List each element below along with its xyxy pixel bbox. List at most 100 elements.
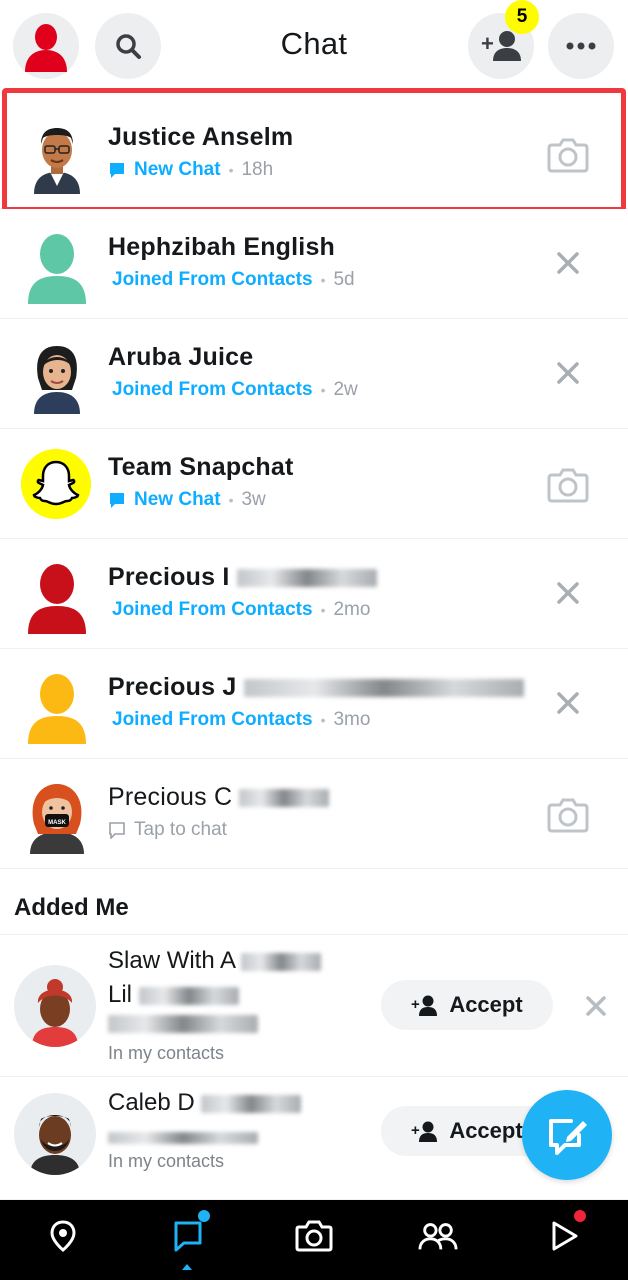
chat-subtitle: Joined From Contacts • 3mo xyxy=(108,709,370,731)
close-icon xyxy=(557,582,579,604)
chat-name: Precious J xyxy=(108,673,524,702)
nav-camera[interactable] xyxy=(294,1216,334,1256)
bitmoji-avatar xyxy=(20,114,94,194)
chat-name: Aruba Juice xyxy=(108,343,254,371)
ellipsis-icon xyxy=(566,42,596,50)
chat-status: Joined From Contacts xyxy=(112,269,313,290)
request-meta: In my contacts xyxy=(108,1151,225,1171)
redacted-username xyxy=(108,1013,258,1034)
new-chat-icon xyxy=(108,491,126,509)
friends-icon xyxy=(418,1223,458,1250)
chat-name: Hephzibah English xyxy=(108,233,336,261)
svg-text:+: + xyxy=(481,31,494,56)
camera-icon xyxy=(547,798,589,833)
svg-text:+: + xyxy=(411,996,420,1013)
chat-row[interactable]: Justice Anselm New Chat • 18h xyxy=(0,99,628,209)
camera-reply-button[interactable] xyxy=(546,463,590,507)
chat-row[interactable]: Precious J Joined From Contacts • 3mo xyxy=(0,649,628,759)
camera-reply-button[interactable] xyxy=(546,133,590,177)
bitmoji-avatar: MASK xyxy=(20,774,94,854)
bottom-navigation xyxy=(0,1200,628,1280)
chat-row[interactable]: Team Snapchat New Chat • 3w xyxy=(0,429,628,539)
close-icon xyxy=(557,692,579,714)
camera-icon xyxy=(295,1220,333,1252)
default-avatar xyxy=(20,224,94,304)
stories-notification-dot xyxy=(574,1210,586,1222)
dismiss-button[interactable] xyxy=(554,689,582,717)
chat-subtitle: New Chat • 18h xyxy=(108,159,273,181)
chat-status: Joined From Contacts xyxy=(112,599,313,620)
separator-dot: • xyxy=(228,162,234,178)
chat-icon xyxy=(174,1221,202,1252)
close-icon xyxy=(557,252,579,274)
chat-status: Tap to chat xyxy=(134,819,227,840)
redacted-text xyxy=(138,986,239,1005)
chat-time: 3w xyxy=(241,489,266,510)
redacted-text xyxy=(108,1015,258,1034)
new-chat-fab[interactable] xyxy=(522,1090,612,1180)
chat-name: Precious I xyxy=(108,563,377,592)
nav-stories[interactable] xyxy=(544,1216,584,1256)
request-name: Slaw With A xyxy=(108,947,322,975)
friend-request-row[interactable]: Slaw With A Lil In my contacts + Accept xyxy=(0,935,628,1077)
chat-row[interactable]: Precious I Joined From Contacts • 2mo xyxy=(0,539,628,649)
chat-time: 5d xyxy=(333,269,355,290)
chat-subtitle: Tap to chat xyxy=(108,819,227,841)
svg-text:MASK: MASK xyxy=(48,820,66,826)
redacted-username xyxy=(108,1127,258,1148)
nav-chat[interactable] xyxy=(168,1216,208,1256)
nav-map[interactable] xyxy=(43,1216,83,1256)
team-snapchat-avatar xyxy=(20,444,94,524)
dismiss-button[interactable] xyxy=(554,249,582,277)
chat-time: 18h xyxy=(241,159,274,180)
close-icon xyxy=(586,996,606,1016)
separator-dot: • xyxy=(228,492,234,508)
chat-row[interactable]: MASK Precious C Tap to chat xyxy=(0,759,628,869)
camera-icon xyxy=(547,468,589,503)
chat-row[interactable]: Hephzibah English Joined From Contacts •… xyxy=(0,209,628,319)
chat-subtitle: Joined From Contacts • 5d xyxy=(108,269,355,291)
camera-icon xyxy=(547,138,589,173)
chat-notification-dot xyxy=(198,1210,210,1222)
redacted-text xyxy=(239,789,330,808)
nav-friends[interactable] xyxy=(418,1216,458,1256)
bitmoji-avatar xyxy=(20,334,94,414)
accept-label: Accept xyxy=(449,1118,523,1143)
default-avatar xyxy=(20,664,94,744)
separator-dot: • xyxy=(320,382,326,398)
chat-status: New Chat xyxy=(134,489,221,510)
chat-time: 2mo xyxy=(333,599,371,620)
redacted-text xyxy=(108,1132,258,1145)
chat-time: 2w xyxy=(333,379,358,400)
chat-status: Joined From Contacts xyxy=(112,379,313,400)
chat-row[interactable]: Aruba Juice Joined From Contacts • 2w xyxy=(0,319,628,429)
chat-name: Precious C xyxy=(108,783,330,812)
redacted-text xyxy=(236,569,377,588)
chat-name: Team Snapchat xyxy=(108,453,294,481)
bitmoji-avatar xyxy=(14,1093,96,1175)
compose-chat-icon xyxy=(549,1119,587,1155)
separator-dot: • xyxy=(320,602,326,618)
svg-text:+: + xyxy=(411,1122,420,1139)
chat-status: Joined From Contacts xyxy=(112,709,313,730)
stories-play-icon xyxy=(552,1221,578,1251)
friend-request-badge: 5 xyxy=(505,0,539,34)
active-indicator-icon xyxy=(182,1264,192,1270)
chat-subtitle: New Chat • 3w xyxy=(108,489,266,511)
camera-reply-button[interactable] xyxy=(546,793,590,837)
dismiss-button[interactable] xyxy=(554,579,582,607)
accept-label: Accept xyxy=(449,992,523,1017)
map-pin-icon xyxy=(50,1220,76,1252)
add-friend-icon: + xyxy=(481,31,521,61)
redacted-text xyxy=(201,1094,302,1113)
ignore-button[interactable] xyxy=(583,993,609,1019)
chat-time: 3mo xyxy=(333,709,371,730)
accept-button[interactable]: + Accept xyxy=(381,980,553,1030)
top-header: Chat + 5 xyxy=(0,0,628,88)
chat-subtitle: Joined From Contacts • 2w xyxy=(108,379,358,401)
chat-status: New Chat xyxy=(134,159,221,180)
dismiss-button[interactable] xyxy=(554,359,582,387)
close-icon xyxy=(557,362,579,384)
more-options-button[interactable] xyxy=(548,13,614,79)
chat-name: Justice Anselm xyxy=(108,123,294,151)
